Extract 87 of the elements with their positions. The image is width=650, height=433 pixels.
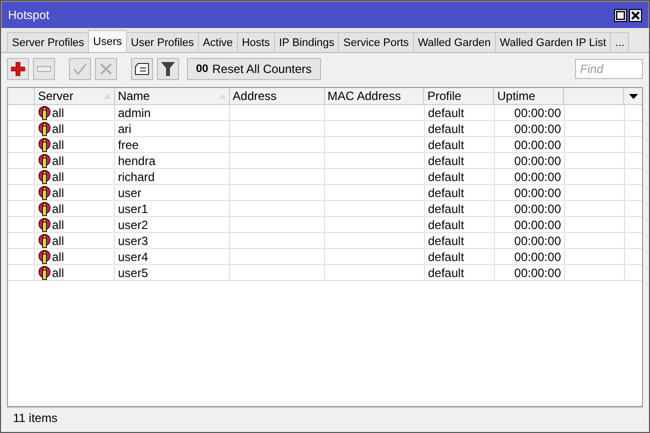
table-cell: default bbox=[428, 218, 464, 232]
table-cell: default bbox=[428, 186, 464, 200]
table-cell: user1 bbox=[118, 202, 148, 216]
table-cell: default bbox=[428, 138, 464, 152]
table-cell: user3 bbox=[118, 234, 148, 248]
user-icon bbox=[38, 202, 51, 216]
table-cell: default bbox=[428, 170, 464, 184]
table-cell: all bbox=[52, 170, 64, 184]
tab[interactable]: User Profiles bbox=[126, 32, 199, 52]
tab[interactable]: Active bbox=[198, 32, 238, 52]
table-cell: 00:00:00 bbox=[514, 186, 561, 200]
table-cell: all bbox=[52, 154, 64, 168]
table-cell: all bbox=[52, 218, 64, 232]
table-cell: all bbox=[52, 234, 64, 248]
table-cell: 00:00:00 bbox=[514, 106, 561, 120]
table-cell: all bbox=[52, 266, 64, 280]
search-field[interactable]: Find bbox=[575, 59, 643, 79]
column-header[interactable]: Uptime bbox=[494, 88, 564, 104]
table-cell: richard bbox=[118, 170, 155, 184]
tab[interactable]: Hosts bbox=[236, 32, 275, 52]
table-cell: 00:00:00 bbox=[514, 154, 561, 168]
table-cell: default bbox=[428, 122, 464, 136]
user-icon bbox=[38, 250, 51, 264]
user-icon bbox=[38, 234, 51, 248]
table-cell: 00:00:00 bbox=[514, 138, 561, 152]
table-cell: user2 bbox=[118, 218, 148, 232]
user-icon bbox=[38, 106, 51, 120]
maximize-button[interactable] bbox=[614, 8, 627, 22]
column-header[interactable]: Name bbox=[114, 88, 230, 104]
table-cell: default bbox=[428, 250, 464, 264]
plus-icon bbox=[11, 62, 25, 76]
add-button[interactable] bbox=[7, 58, 29, 80]
table-cell: hendra bbox=[118, 154, 156, 168]
table-cell: default bbox=[428, 106, 464, 120]
table-cell: ari bbox=[118, 122, 132, 136]
table-cell: default bbox=[428, 154, 464, 168]
table-cell: user5 bbox=[118, 266, 148, 280]
table-cell: 00:00:00 bbox=[514, 250, 561, 264]
reset-counters-button[interactable]: 00 Reset All Counters bbox=[187, 58, 321, 80]
table-cell: 00:00:00 bbox=[514, 266, 561, 280]
filter-icon bbox=[161, 62, 175, 76]
tab[interactable]: Users bbox=[88, 30, 127, 52]
tab[interactable]: Walled Garden IP List bbox=[494, 32, 612, 52]
table-cell: default bbox=[428, 266, 464, 280]
cross-icon bbox=[100, 63, 112, 75]
check-icon bbox=[73, 63, 87, 75]
window-title: Hotspot bbox=[8, 8, 50, 22]
user-icon bbox=[38, 170, 51, 184]
user-icon bbox=[38, 186, 51, 200]
table-cell: free bbox=[118, 138, 139, 152]
table-cell: all bbox=[52, 186, 64, 200]
column-header[interactable]: MAC Address bbox=[324, 88, 424, 104]
tab[interactable]: IP Bindings bbox=[274, 32, 340, 52]
table-cell: 00:00:00 bbox=[514, 122, 561, 136]
column-header[interactable]: Address bbox=[230, 88, 324, 104]
user-icon bbox=[38, 122, 51, 136]
note-icon bbox=[135, 63, 149, 75]
table-cell: 00:00:00 bbox=[514, 170, 561, 184]
table-cell: all bbox=[52, 202, 64, 216]
user-icon bbox=[38, 138, 51, 152]
table-cell: default bbox=[428, 234, 464, 248]
minus-icon bbox=[37, 66, 51, 72]
user-icon bbox=[38, 154, 51, 168]
table-cell: admin bbox=[118, 106, 151, 120]
filter-button[interactable] bbox=[157, 58, 179, 80]
user-icon bbox=[38, 218, 51, 232]
close-button[interactable] bbox=[629, 8, 642, 22]
tab[interactable]: Server Profiles bbox=[7, 32, 90, 52]
status-text: 11 items bbox=[13, 411, 58, 425]
table-cell: 00:00:00 bbox=[514, 234, 561, 248]
table-cell: 00:00:00 bbox=[514, 218, 561, 232]
table-cell: user bbox=[118, 186, 142, 200]
table-cell: all bbox=[52, 138, 64, 152]
user-icon bbox=[38, 266, 51, 280]
table-cell: user4 bbox=[118, 250, 148, 264]
column-header[interactable]: Profile bbox=[424, 88, 494, 104]
table-cell: all bbox=[52, 106, 64, 120]
column-header[interactable]: Server bbox=[34, 88, 115, 104]
table-cell: 00:00:00 bbox=[514, 202, 561, 216]
comment-button[interactable] bbox=[131, 58, 153, 80]
tab[interactable]: Service Ports bbox=[338, 32, 414, 52]
table-cell: default bbox=[428, 202, 464, 216]
table-cell: all bbox=[52, 122, 64, 136]
tab[interactable]: Walled Garden bbox=[412, 32, 496, 52]
tab[interactable]: ... bbox=[610, 32, 630, 52]
dropdown-icon[interactable] bbox=[628, 94, 638, 98]
table-cell: all bbox=[52, 250, 64, 264]
